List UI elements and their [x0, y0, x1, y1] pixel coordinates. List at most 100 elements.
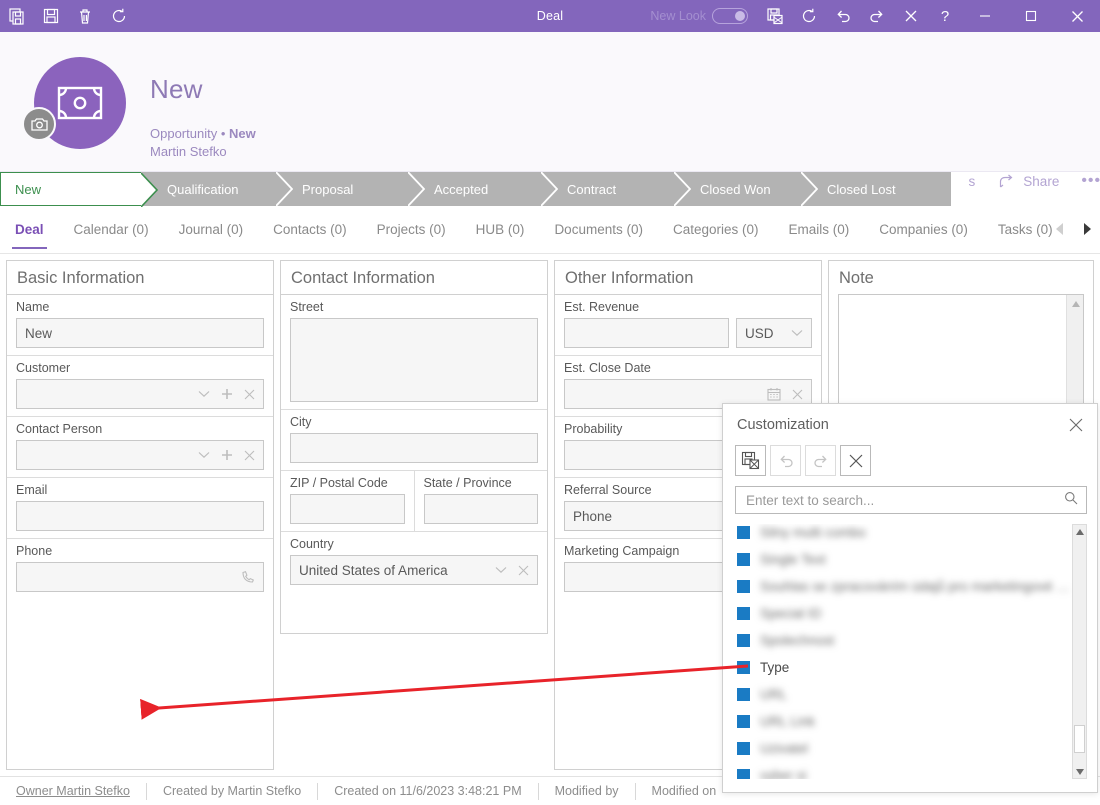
email-field[interactable]: [16, 501, 264, 531]
help-icon[interactable]: ?: [928, 0, 962, 32]
maximize-button[interactable]: [1008, 0, 1054, 32]
chevron-shape: [275, 171, 294, 207]
checkbox-checked-icon[interactable]: [737, 769, 750, 779]
plus-icon[interactable]: [221, 388, 233, 400]
city-field[interactable]: [290, 433, 538, 463]
tab-companies[interactable]: Companies (0): [864, 206, 983, 252]
list-item[interactable]: Silny multi combo: [735, 524, 1087, 546]
chevron-down-icon[interactable]: [791, 329, 803, 337]
checkbox-checked-icon[interactable]: [737, 526, 750, 539]
clear-button[interactable]: [840, 445, 871, 476]
checkbox-checked-icon[interactable]: [737, 580, 750, 593]
tab-projects[interactable]: Projects (0): [362, 206, 461, 252]
chevron-left-icon[interactable]: [1050, 218, 1068, 240]
scrollbar-thumb[interactable]: [1074, 725, 1085, 753]
currency-value: USD: [745, 325, 774, 341]
share-button[interactable]: Share: [987, 167, 1071, 195]
country-select[interactable]: United States of America: [290, 555, 538, 585]
stage-proposal[interactable]: Proposal: [276, 171, 426, 207]
chevron-down-icon[interactable]: [198, 390, 210, 398]
calendar-icon[interactable]: [767, 387, 781, 401]
checkbox-checked-icon[interactable]: [737, 715, 750, 728]
name-input[interactable]: New: [16, 318, 264, 348]
undo-button[interactable]: [770, 445, 801, 476]
phone-icon[interactable]: [241, 570, 255, 584]
stage-closed-won[interactable]: Closed Won: [674, 171, 819, 207]
customer-input[interactable]: [16, 379, 264, 409]
checkbox-checked-icon[interactable]: [737, 634, 750, 647]
minimize-button[interactable]: [962, 0, 1008, 32]
tab-hub[interactable]: HUB (0): [461, 206, 540, 252]
scroll-up-arrow-icon[interactable]: [1073, 525, 1086, 538]
chevron-down-icon[interactable]: [495, 566, 507, 574]
field-label: Est. Revenue: [564, 300, 640, 314]
clear-icon[interactable]: [518, 565, 529, 576]
list-item[interactable]: Single Text: [735, 546, 1087, 573]
search-input[interactable]: [735, 486, 1087, 514]
field-list[interactable]: Silny multi combo Single Text Souhlas se…: [735, 524, 1087, 779]
est-revenue-field[interactable]: [564, 318, 729, 348]
list-item-label: Single Text: [760, 552, 826, 567]
list-item[interactable]: vyber si: [735, 762, 1087, 779]
chevron-right-icon[interactable]: [1078, 218, 1096, 240]
chevron-down-icon[interactable]: [198, 451, 210, 459]
stage-new[interactable]: New: [0, 172, 159, 208]
status-created-on: Created on 11/6/2023 3:48:21 PM: [317, 782, 537, 800]
checkbox-checked-icon[interactable]: [737, 688, 750, 701]
close-button[interactable]: [1054, 0, 1100, 32]
tab-documents[interactable]: Documents (0): [539, 206, 658, 252]
checkbox-checked-icon[interactable]: [737, 742, 750, 755]
phone-field[interactable]: [16, 562, 264, 592]
save-layout-icon[interactable]: [758, 0, 792, 32]
list-item[interactable]: URL Link: [735, 708, 1087, 735]
zip-field[interactable]: [290, 494, 405, 524]
delete-icon[interactable]: [68, 0, 102, 32]
checkbox-checked-icon[interactable]: [737, 661, 750, 674]
stage-closed-lost[interactable]: Closed Lost: [801, 172, 951, 206]
record-type: Opportunity: [150, 126, 218, 141]
scroll-up-arrow-icon[interactable]: [1067, 295, 1084, 312]
list-item[interactable]: URL: [735, 681, 1087, 708]
new-look-toggle[interactable]: [712, 8, 748, 24]
tab-contacts[interactable]: Contacts (0): [258, 206, 362, 252]
list-item-type[interactable]: Type: [735, 654, 1087, 681]
clear-icon[interactable]: [244, 450, 255, 461]
refresh-icon[interactable]: [102, 0, 136, 32]
search-input-field[interactable]: [744, 491, 1064, 509]
stage-accepted[interactable]: Accepted: [408, 171, 559, 207]
list-item[interactable]: Souhlas se zpracováním údajů pro marketi…: [735, 573, 1087, 600]
tab-journal[interactable]: Journal (0): [164, 206, 259, 252]
tab-categories[interactable]: Categories (0): [658, 206, 774, 252]
redo-icon[interactable]: [860, 0, 894, 32]
redo-button[interactable]: [805, 445, 836, 476]
clear-icon[interactable]: [792, 389, 803, 400]
save-and-new-icon[interactable]: [0, 0, 34, 32]
list-item[interactable]: Spolechnost: [735, 627, 1087, 654]
list-item[interactable]: Uzivatel: [735, 735, 1087, 762]
overflow-menu-button[interactable]: •••: [1071, 172, 1100, 190]
scroll-down-arrow-icon[interactable]: [1073, 765, 1086, 778]
refresh-icon[interactable]: [792, 0, 826, 32]
plus-icon[interactable]: [221, 449, 233, 461]
state-field[interactable]: [423, 494, 538, 524]
stage-contract[interactable]: Contract: [541, 171, 692, 207]
save-icon[interactable]: [34, 0, 68, 32]
camera-icon[interactable]: [22, 107, 56, 141]
tab-calendar[interactable]: Calendar (0): [59, 206, 164, 252]
checkbox-checked-icon[interactable]: [737, 553, 750, 566]
list-item[interactable]: Special ID: [735, 600, 1087, 627]
currency-select[interactable]: USD: [736, 318, 812, 348]
undo-icon[interactable]: [826, 0, 860, 32]
tab-emails[interactable]: Emails (0): [774, 206, 865, 252]
status-owner[interactable]: Owner Martin Stefko: [0, 783, 146, 800]
checkbox-checked-icon[interactable]: [737, 607, 750, 620]
save-layout-button[interactable]: [735, 445, 766, 476]
contact-person-input[interactable]: [16, 440, 264, 470]
list-scrollbar[interactable]: [1072, 524, 1087, 779]
tab-deal[interactable]: Deal: [0, 206, 59, 252]
close-icon[interactable]: [1063, 413, 1089, 437]
close-x-icon[interactable]: [894, 0, 928, 32]
street-field[interactable]: [290, 318, 538, 402]
stage-qualification[interactable]: Qualification: [141, 171, 294, 207]
clear-icon[interactable]: [244, 389, 255, 400]
